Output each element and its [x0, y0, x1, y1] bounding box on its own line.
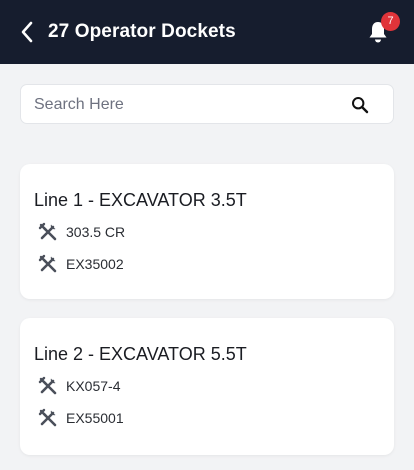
docket-detail-row: EX55001	[38, 408, 124, 428]
docket-detail-row: EX35002	[38, 254, 124, 274]
app-header: 27 Operator Dockets 7	[0, 0, 414, 64]
docket-card[interactable]: Line 2 - EXCAVATOR 5.5T KX057-4 EX55001	[20, 318, 394, 455]
tools-icon	[38, 408, 57, 427]
search-icon[interactable]	[351, 96, 369, 114]
equipment-id: EX55001	[66, 410, 124, 426]
back-button[interactable]	[14, 19, 40, 45]
docket-title: Line 2 - EXCAVATOR 5.5T	[34, 344, 247, 364]
equipment-id: EX35002	[66, 256, 124, 272]
search-input[interactable]	[34, 94, 344, 116]
page-title: 27 Operator Dockets	[48, 21, 236, 42]
model-number: KX057-4	[66, 378, 121, 394]
docket-detail-row: KX057-4	[38, 376, 120, 396]
docket-title: Line 1 - EXCAVATOR 3.5T	[34, 190, 247, 210]
tools-icon	[38, 376, 57, 395]
tools-icon	[38, 254, 57, 273]
tools-icon	[38, 222, 57, 241]
model-number: 303.5 CR	[66, 224, 126, 240]
chevron-left-icon	[21, 21, 33, 43]
search-bar	[20, 84, 394, 124]
notification-badge: 7	[381, 12, 400, 31]
docket-detail-row: 303.5 CR	[38, 222, 125, 242]
docket-card[interactable]: Line 1 - EXCAVATOR 3.5T 303.5 CR EX35002	[20, 164, 394, 299]
